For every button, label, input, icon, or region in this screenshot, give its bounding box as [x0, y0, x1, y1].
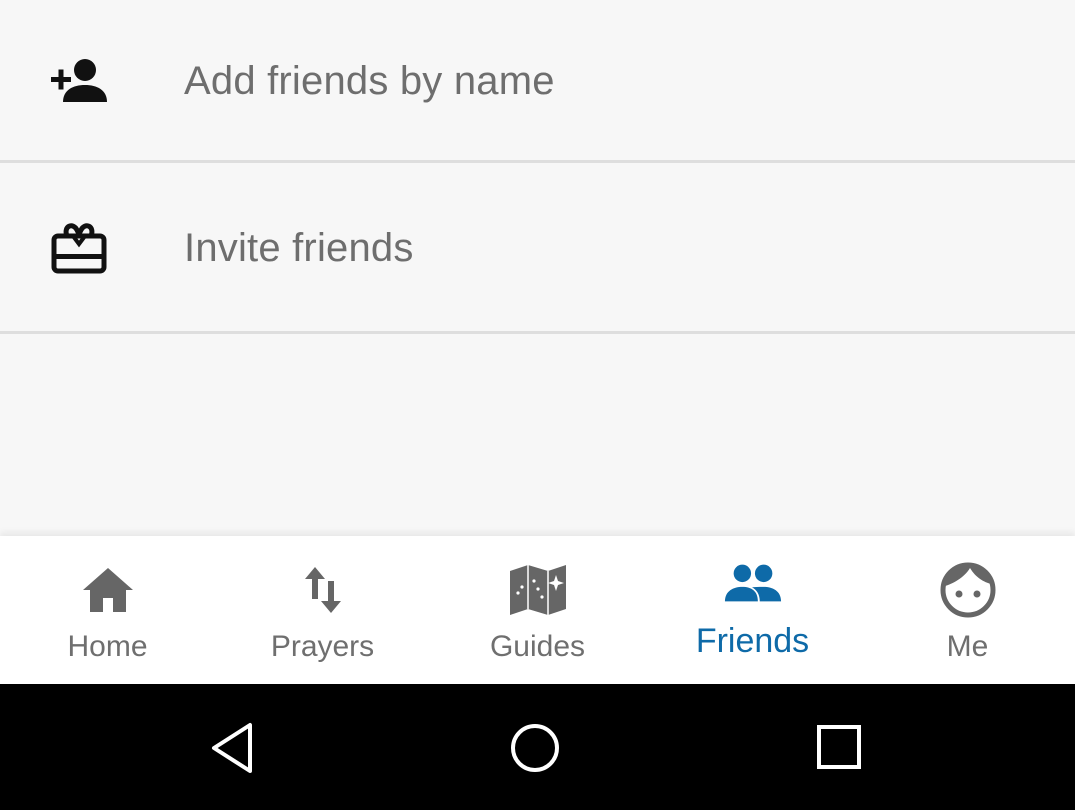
nav-label-guides: Guides	[489, 630, 586, 663]
recents-square-icon[interactable]	[811, 720, 867, 776]
add-person-icon	[48, 50, 110, 112]
nav-label-home: Home	[67, 630, 148, 663]
nav-label-friends: Friends	[695, 622, 810, 660]
add-friends-by-name-row[interactable]: Add friends by name	[0, 0, 1075, 162]
nav-label-prayers: Prayers	[270, 630, 375, 663]
map-icon	[508, 562, 568, 618]
add-friends-label: Add friends by name	[184, 58, 555, 103]
home-circle-icon[interactable]	[507, 720, 563, 776]
swap-arrows-icon	[293, 562, 353, 618]
back-triangle-icon[interactable]	[206, 720, 262, 776]
bottom-navigation: Home Prayers Guides Friends Me	[0, 536, 1075, 684]
nav-tab-prayers[interactable]: Prayers	[215, 536, 430, 684]
face-icon	[938, 562, 998, 618]
list-divider	[0, 160, 1075, 163]
list-divider	[0, 331, 1075, 334]
nav-tab-friends[interactable]: Friends	[645, 536, 860, 684]
nav-tab-me[interactable]: Me	[860, 536, 1075, 684]
nav-tab-guides[interactable]: Guides	[430, 536, 645, 684]
friends-screen: Add friends by name Invite friends Home …	[0, 0, 1075, 810]
friends-actions-list: Add friends by name Invite friends	[0, 0, 1075, 530]
nav-tab-home[interactable]: Home	[0, 536, 215, 684]
home-icon	[78, 562, 138, 618]
people-icon	[723, 556, 783, 612]
invite-friends-label: Invite friends	[184, 225, 414, 270]
invite-friends-row[interactable]: Invite friends	[0, 164, 1075, 332]
nav-label-me: Me	[946, 630, 989, 663]
android-system-navigation-bar	[0, 684, 1075, 810]
gift-card-icon	[48, 217, 110, 279]
